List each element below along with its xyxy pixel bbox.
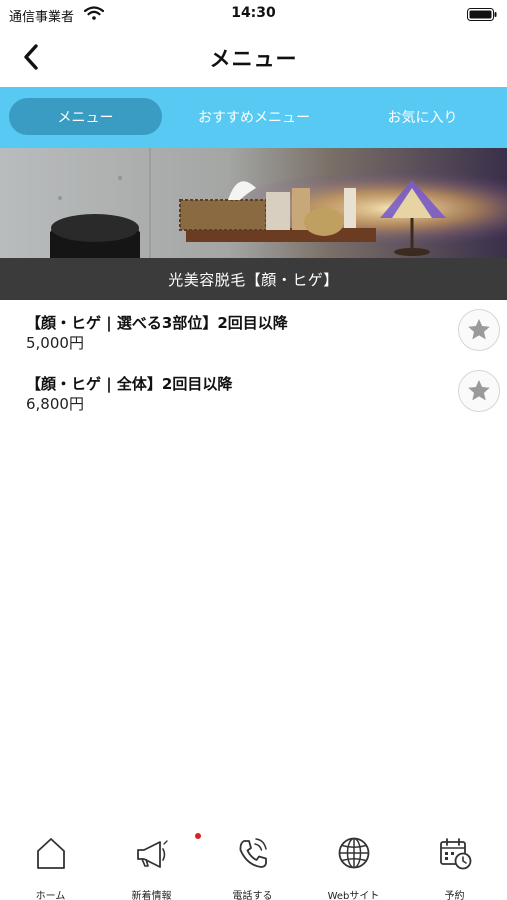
menu-item[interactable]: 【顔・ヒゲ | 全体】2回目以降 6,800円 [0, 361, 507, 422]
megaphone-icon [137, 840, 168, 868]
menu-item[interactable]: 【顔・ヒゲ | 選べる3部位】2回目以降 5,000円 [0, 300, 507, 361]
globe-icon [338, 837, 370, 869]
menu-item-name: 【顔・ヒゲ | 全体】2回目以降 [26, 375, 233, 393]
menu-tabs: メニュー おすすめメニュー お気に入り [0, 87, 507, 148]
tabbar-reservation[interactable]: 予約 [404, 833, 505, 900]
tabbar-news-label: 新着情報 [131, 891, 172, 900]
menu-item-name: 【顔・ヒゲ | 選べる3部位】2回目以降 [26, 314, 288, 332]
status-time: 14:30 [231, 5, 276, 21]
menu-item-price: 6,800円 [26, 395, 84, 413]
category-banner: 光美容脱毛【顔・ヒゲ】 [0, 148, 507, 300]
favorite-button[interactable] [458, 309, 500, 351]
star-icon [468, 379, 490, 401]
tab-menu[interactable]: メニュー [9, 98, 162, 135]
tabbar-home[interactable]: ホーム [0, 833, 101, 900]
calendar-clock-icon [440, 838, 472, 870]
menu-list: 【顔・ヒゲ | 選べる3部位】2回目以降 5,000円 【顔・ヒゲ | 全体】2… [0, 300, 507, 422]
tab-favorites[interactable]: お気に入り [345, 98, 500, 135]
menu-item-price: 5,000円 [26, 334, 84, 352]
page-title: メニュー [209, 47, 298, 71]
banner-photo [0, 148, 507, 258]
favorite-button[interactable] [458, 370, 500, 412]
tabbar-news[interactable]: 新着情報 [101, 833, 202, 900]
tabbar-home-label: ホーム [35, 891, 66, 900]
tabbar-reservation-label: 予約 [444, 891, 465, 900]
tab-recommended[interactable]: おすすめメニュー [172, 98, 336, 135]
nav-bar: メニュー [0, 28, 507, 86]
tabbar-website-label: Webサイト [327, 891, 380, 900]
tabbar-phone-label: 電話する [232, 891, 273, 900]
news-badge [195, 833, 201, 839]
star-icon [468, 318, 490, 340]
tabbar-website[interactable]: Webサイト [303, 833, 404, 900]
battery-icon [467, 8, 497, 21]
phone-icon [239, 838, 267, 868]
status-bar: 通信事業者 14:30 [0, 0, 507, 28]
tabbar-phone[interactable]: 電話する [202, 833, 303, 900]
bottom-tab-bar: ホーム 新着情報 電話する Webサイト 予約 [0, 825, 507, 900]
home-icon [37, 838, 65, 869]
banner-caption: 光美容脱毛【顔・ヒゲ】 [0, 258, 507, 300]
